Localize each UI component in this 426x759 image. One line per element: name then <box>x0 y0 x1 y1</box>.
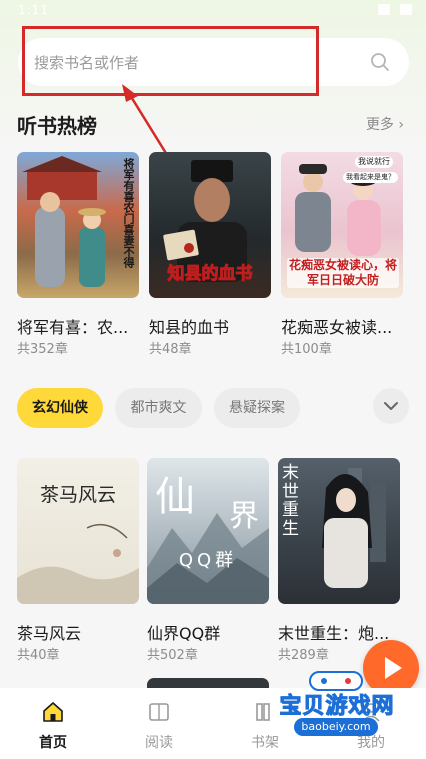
battery-icon <box>400 4 412 15</box>
cover-title: 将军有喜农门喜妻不得 <box>122 158 135 268</box>
book-chapter-count: 共352章 <box>17 342 68 357</box>
book-cover[interactable]: 茶马风云 <box>17 458 139 604</box>
book-chapter-count: 共502章 <box>147 648 198 663</box>
hot-book-card[interactable]: 将军有喜农门喜妻不得 将军有喜：农... 共352章 <box>17 152 139 357</box>
book-chapter-count: 共48章 <box>149 342 192 357</box>
book-cover[interactable]: 仙 界 QQ群 <box>147 458 269 604</box>
chevron-down-icon <box>384 402 398 410</box>
nav-home[interactable]: 首页 <box>0 688 106 759</box>
more-link[interactable]: 更多 › <box>366 114 404 134</box>
home-icon <box>43 702 63 722</box>
nav-label: 阅读 <box>145 735 173 751</box>
book-chapter-count: 共100章 <box>281 342 332 357</box>
category-book-card[interactable]: 末世重生 末世重生：炮... 共289章 <box>278 458 400 663</box>
book-title[interactable]: 茶马风云 <box>17 620 142 644</box>
status-bar: 1:11 <box>0 0 426 22</box>
more-label: 更多 <box>365 117 394 133</box>
site-watermark: 宝贝游戏网 baobeiy.com <box>272 666 402 746</box>
category-tab-xuanhuan[interactable]: 玄幻仙侠 <box>17 388 103 428</box>
book-title[interactable]: 知县的血书 <box>149 314 274 338</box>
book-cover[interactable]: 末世重生 <box>278 458 400 604</box>
hot-book-card[interactable]: 知县的血书 知县的血书 共48章 <box>149 152 271 357</box>
category-tab-label: 都市爽文 <box>130 400 187 416</box>
cover-title: 仙 <box>155 474 195 520</box>
cover-title: 界 <box>229 499 259 534</box>
book-cover[interactable]: 将军有喜农门喜妻不得 <box>17 152 139 298</box>
category-book-card[interactable]: 仙 界 QQ群 仙界QQ群 共502章 <box>147 458 269 663</box>
cover-bubble: 我看起来是鬼？ <box>343 172 398 183</box>
book-chapter-count: 共289章 <box>278 648 329 663</box>
category-tab-label: 玄幻仙侠 <box>32 400 88 416</box>
nav-read[interactable]: 阅读 <box>106 688 212 759</box>
category-tab-label: 悬疑探案 <box>229 400 285 416</box>
category-tab-dushi[interactable]: 都市爽文 <box>115 388 202 428</box>
book-cover[interactable]: 知县的血书 <box>149 152 271 298</box>
cover-subtitle: QQ群 <box>178 550 238 571</box>
cover-title: 末世重生 <box>282 463 299 540</box>
search-icon[interactable] <box>369 51 391 73</box>
category-expand-button[interactable] <box>373 388 409 424</box>
status-time: 1:11 <box>18 3 49 17</box>
cover-title: 茶马风云 <box>39 484 116 506</box>
chevron-right-icon: › <box>398 117 404 133</box>
cover-title: 知县的血书 <box>167 263 253 284</box>
watermark-title: 宝贝游戏网 <box>279 694 395 720</box>
section-title-hot: 听书热榜 <box>17 114 97 138</box>
nav-label: 首页 <box>39 735 67 751</box>
wifi-icon <box>378 4 390 15</box>
book-title[interactable]: 花痴恶女被读... <box>281 314 406 338</box>
cover-title: 花痴恶女被读心，将军日日破大防 <box>287 258 399 288</box>
hot-book-card[interactable]: 我说就行 我看起来是鬼？ 花痴恶女被读心，将军日日破大防 花痴恶女被读... 共… <box>281 152 403 357</box>
category-tab-xuanyi[interactable]: 悬疑探案 <box>214 388 300 428</box>
book-cover[interactable]: 我说就行 我看起来是鬼？ 花痴恶女被读心，将军日日破大防 <box>281 152 403 298</box>
book-open-icon <box>149 703 169 721</box>
watermark-url: baobeiy.com <box>294 718 378 736</box>
annotation-highlight-box <box>22 26 319 96</box>
book-title[interactable]: 仙界QQ群 <box>147 620 272 644</box>
cover-bubble: 我说就行 <box>355 156 393 168</box>
book-title[interactable]: 将军有喜：农... <box>17 314 142 338</box>
book-chapter-count: 共40章 <box>17 648 60 663</box>
status-icons <box>378 4 412 15</box>
category-book-card[interactable]: 茶马风云 茶马风云 共40章 <box>17 458 139 663</box>
